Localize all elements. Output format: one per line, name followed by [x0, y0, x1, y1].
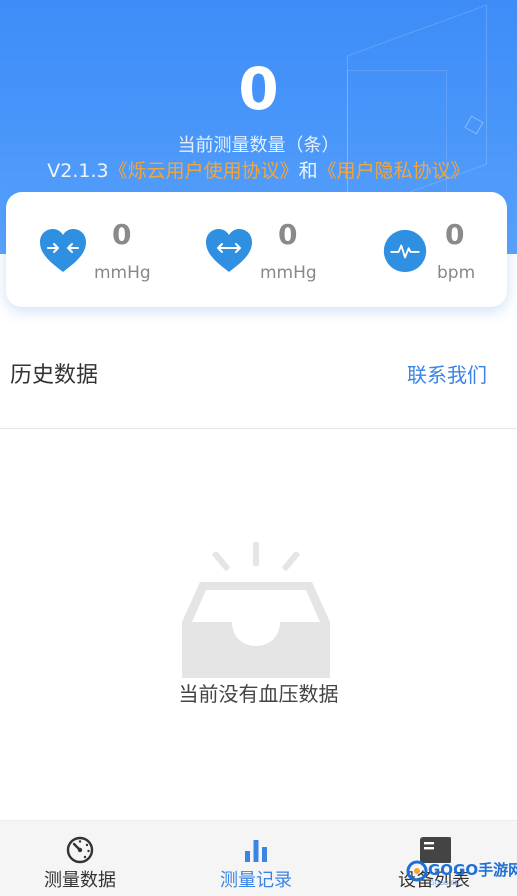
app-screen: 0 当前测量数量（条） V2.1.3《烁云用户使用协议》和《用户隐私协议》 0 … — [0, 0, 517, 896]
systolic-metric: 0 mmHg — [38, 192, 198, 307]
heart-compress-icon — [40, 229, 86, 272]
heart-expand-icon — [206, 229, 252, 272]
user-agreement-link[interactable]: 《烁云用户使用协议》 — [109, 160, 299, 182]
nav-label: 测量数据 — [44, 870, 116, 891]
measurement-count-label: 当前测量数量（条） — [177, 135, 340, 156]
gauge-icon — [66, 836, 94, 864]
systolic-unit: mmHg — [94, 263, 151, 283]
bar-chart-icon — [245, 840, 267, 862]
pulse-icon — [383, 229, 427, 273]
pulse-value: 0 — [445, 218, 465, 251]
empty-inbox-icon — [182, 542, 330, 678]
diastolic-value: 0 — [278, 218, 298, 251]
watermark-subtext: GOGO.CN — [430, 880, 460, 887]
empty-state-text: 当前没有血压数据 — [178, 682, 339, 706]
measurement-count: 0 — [238, 55, 279, 123]
watermark: GOGO手游网 GOGO.CN — [404, 858, 517, 894]
latest-reading-card: 0 mmHg 0 mmHg 0 bpm — [6, 192, 507, 307]
pulse-metric: 0 bpm — [382, 192, 517, 307]
history-title: 历史数据 — [10, 363, 99, 388]
agreement-line: V2.1.3《烁云用户使用协议》和《用户隐私协议》 — [0, 158, 517, 184]
privacy-agreement-link[interactable]: 《用户隐私协议》 — [318, 160, 470, 182]
nav-label: 测量记录 — [220, 870, 292, 891]
diastolic-unit: mmHg — [260, 263, 317, 283]
watermark-text: GOGO手游网 — [428, 861, 517, 879]
nav-measure-data[interactable]: 测量数据 — [0, 821, 166, 896]
watermark-logo-icon — [406, 860, 428, 882]
version-label: V2.1.3 — [47, 160, 109, 182]
and-text: 和 — [298, 160, 318, 182]
divider — [0, 428, 517, 429]
pulse-unit: bpm — [437, 263, 476, 283]
systolic-value: 0 — [112, 218, 132, 251]
contact-us-link[interactable]: 联系我们 — [407, 362, 487, 388]
diastolic-metric: 0 mmHg — [204, 192, 364, 307]
nav-measure-records[interactable]: 测量记录 — [170, 821, 342, 896]
